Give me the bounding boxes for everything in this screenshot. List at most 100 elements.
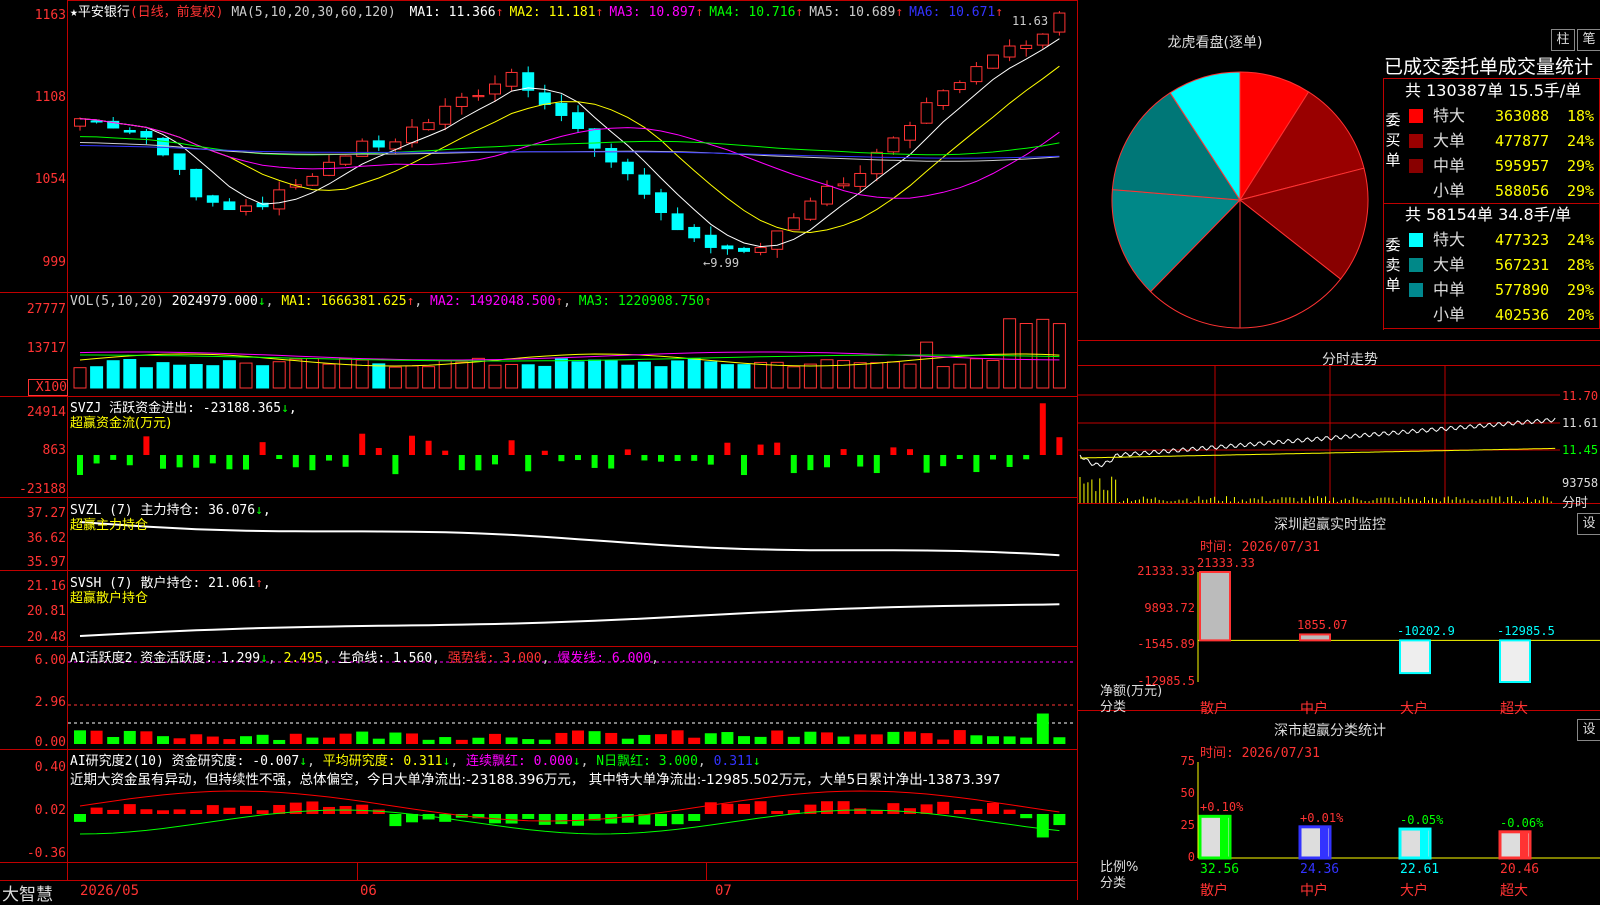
intraday-price-line [1079,417,1556,468]
activity-bar [1020,737,1033,744]
volume-bar [554,358,568,389]
tab-bar-view[interactable]: 柱 [1551,29,1575,51]
ma-values: MA1: 11.366↑ MA2: 11.181↑ MA3: 10.897↑ MA4:… [409,5,1004,20]
research-bar [970,808,983,814]
vol-value: 2024979.000 [171,294,258,309]
svzj-bar [442,450,449,455]
volume-bar [754,361,768,389]
svzj-bar [525,455,532,472]
stock-name[interactable]: 平安银行 [78,5,130,20]
svzj-bar [707,455,714,465]
activity-bar [157,736,169,744]
classify-category: 超大 [1500,883,1528,899]
volume-bar [90,366,104,389]
svzj-bar [226,455,233,470]
vol-header: VOL(5,10,20) 2024979.000↓, MA1: 1666381.… [70,294,712,309]
candle-body [787,217,800,231]
activity-bar [671,730,684,744]
monitor-title: 深圳超赢实时监控 [1274,517,1386,533]
volume-bar [339,358,353,389]
research-bar [738,803,750,814]
lhb-row: 大单 477877 24% [1405,129,1600,153]
svsh-y-tick: 21.16 [26,579,66,594]
ai-nday-red: N日飘红: 3.000 [596,754,698,769]
volume-bar [505,363,519,389]
tab-tick-view[interactable]: 笔 [1577,29,1600,51]
volume-bar [1052,323,1066,389]
svzj-y-tick: -23188 [19,482,66,497]
svzj-bar [326,455,332,461]
color-swatch [1409,134,1423,148]
research-bar [256,810,269,814]
volume-bar [521,364,535,389]
svzj-bar [641,455,648,461]
candle-body [173,153,186,170]
candle-body [339,155,352,165]
volume-bar [156,362,170,389]
research-bar [206,805,219,814]
row-value: 595957 [1495,157,1550,175]
ai-activity-bars [68,661,1076,744]
classify-bar-accent [1220,816,1228,858]
classify-bar-group [1498,830,1532,860]
ma-definition: MA(5,10,20,30,60,120) [231,5,396,20]
candle-body [489,83,501,95]
svzj-bar [923,455,930,473]
activity-bar [704,733,717,744]
research-bar [157,810,169,814]
svzj-bar [691,455,698,461]
volume-bar [272,361,286,389]
sell-side-label: 委卖单 [1385,236,1401,294]
vol-unit-button[interactable]: X100 [28,379,68,396]
activity-bar [572,730,584,744]
monitor-bar-group [1399,639,1431,675]
volume-bar [289,358,303,389]
volume-bar [920,341,934,389]
classify-y-tick: 25 [1180,818,1195,832]
svzj-bar [824,455,830,468]
research-bar [90,807,103,814]
activity-bar [439,737,452,744]
main-chart-header: ★平安银行(日线，前复权) MA(5,10,20,30,60,120) MA1:… [70,1,1003,20]
candle-body [970,66,983,83]
svzl-y-tick: 35.97 [26,555,66,570]
candle-body [771,230,784,250]
classify-x-label: 分类 [1100,876,1127,891]
candle-body [422,122,435,131]
monitor-settings-button[interactable]: 设 [1577,513,1600,535]
monitor-category: 超大 [1500,701,1528,717]
color-swatch [1409,184,1425,200]
monitor-y-tick: -1545.89 [1137,637,1195,652]
candle-body [953,82,966,91]
ai1-y-tick: 2.96 [34,695,66,710]
activity-bar [754,736,767,744]
classify-chart [1197,762,1600,860]
classify-value: 20.46 [1500,862,1540,877]
research-bar [671,814,684,825]
volume-bar [355,359,369,389]
activity-bar [837,736,850,744]
activity-bar [638,734,651,744]
ma-value-1: MA1: 11.366 [409,5,496,20]
chart-mode[interactable]: (日线，前复权) [130,5,224,20]
svzj-bar [541,450,548,455]
activity-bar [688,737,701,744]
intraday-title: 分时走势 [1322,352,1378,368]
svzj-bar [375,447,382,455]
candle-body [887,137,900,153]
research-bar [74,814,86,822]
activity-bar [621,738,634,744]
svzj-bar [741,455,747,476]
favorite-star-icon[interactable]: ★ [70,5,78,20]
classify-delta: -0.05% [1400,813,1444,828]
activity-bar [1003,736,1016,744]
activity-bar [256,734,269,744]
monitor-y-tick: 21333.33 [1137,564,1195,578]
classify-settings-button[interactable]: 设 [1577,719,1600,741]
monitor-bar [1499,639,1531,684]
intraday-unit: 分时 [1562,496,1589,511]
row-value: 402536 [1495,306,1550,324]
low-price-label: ←9.99 [703,256,740,270]
activity-bar [804,731,817,744]
svzj-y-tick: 863 [42,443,66,458]
